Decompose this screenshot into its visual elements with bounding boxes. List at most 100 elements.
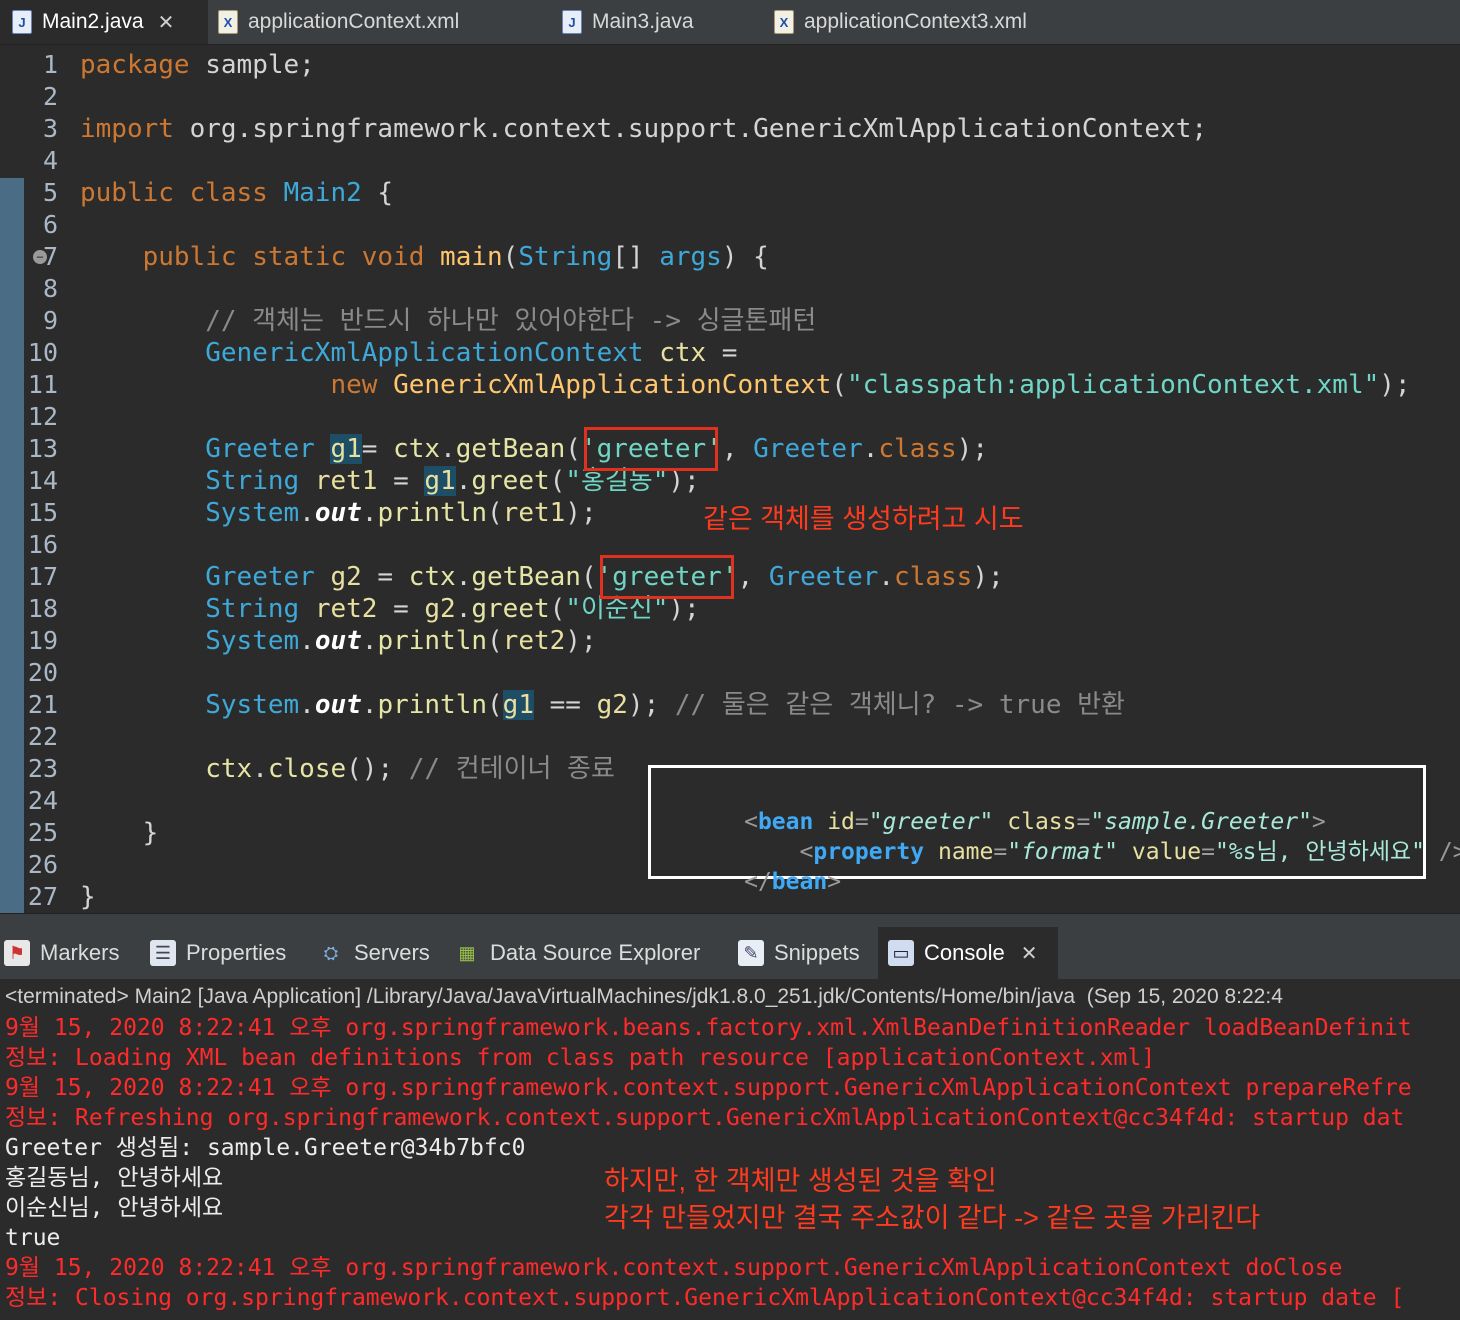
tab-main3-java[interactable]: J Main3.java [562, 0, 752, 44]
line-number: 20 [27, 658, 58, 687]
code-line[interactable]: } [80, 817, 159, 849]
code-token: ); [565, 498, 597, 528]
code-token: ); [627, 690, 675, 720]
code-token: println [377, 626, 488, 656]
code-token: GenericXmlApplicationContext [205, 338, 644, 368]
console-line: 정보: Closing org.springframework.context.… [5, 1285, 1405, 1311]
console-line: 정보: Refreshing org.springframework.conte… [5, 1105, 1405, 1131]
change-indicator-strip [0, 178, 24, 913]
code-token: . [361, 498, 378, 528]
code-token: . [299, 626, 315, 656]
code-token: args [659, 242, 722, 272]
code-line[interactable]: package sample; [80, 49, 315, 81]
snippets-icon: ✎ [738, 940, 764, 966]
line-number: 9 [42, 306, 58, 335]
view-tab-bar: ⚑ Markers ☰ Properties ⛭ Servers ▦ Data … [0, 927, 1460, 979]
code-token: . [862, 434, 879, 464]
code-token: class [894, 562, 973, 592]
code-token: . [440, 434, 456, 464]
code-line[interactable]: System.out.println(g1 == g2); // 둘은 같은 객… [80, 689, 1125, 721]
tab-applicationcontext3-xml[interactable]: X applicationContext3.xml [774, 0, 1094, 44]
console-line: 홍길동님, 안녕하세요 [5, 1165, 224, 1191]
tab-data-source-explorer[interactable]: ▦ Data Source Explorer [454, 927, 724, 979]
tab-label: Main3.java [592, 10, 694, 33]
close-icon[interactable]: ✕ [158, 10, 175, 35]
tab-label: applicationContext.xml [248, 10, 460, 33]
code-token: ( [487, 498, 503, 528]
code-line[interactable]: import org.springframework.context.suppo… [80, 113, 1207, 145]
code-token: = [361, 434, 394, 464]
code-token: . [361, 690, 378, 720]
code-token: Greeter [205, 434, 315, 464]
line-number: 14 [27, 466, 58, 495]
code-token: ); [565, 626, 597, 656]
tab-label: Markers [40, 940, 120, 965]
line-number: 15 [27, 498, 58, 527]
tab-console[interactable]: ▭ Console ✕ [878, 927, 1058, 979]
code-token: . [455, 562, 472, 592]
code-token: out [314, 498, 362, 528]
code-token: , [737, 562, 769, 592]
code-token: class [878, 434, 957, 464]
xml-file-icon: X [218, 10, 238, 34]
code-token: == [533, 690, 597, 720]
code-line[interactable]: Greeter g1= ctx.getBean('greeter', Greet… [80, 433, 988, 465]
panel-divider[interactable] [0, 913, 1460, 928]
code-token: g2 [330, 562, 362, 592]
code-token: "classpath:applicationContext.xml" [847, 370, 1380, 400]
fold-collapse-icon[interactable]: − [33, 250, 47, 264]
code-line[interactable]: System.out.println(ret2); [80, 625, 597, 657]
code-token: getBean [471, 562, 581, 592]
line-number: 22 [27, 722, 58, 751]
code-editor[interactable]: 1 2 3 4 5 6 7 8 9 10 11 12 13 14 15 16 17 18 19 20 21 22 23 24 2… [0, 45, 1460, 913]
close-icon[interactable]: ✕ [1021, 941, 1038, 966]
console-line: 9월 15, 2020 8:22:41 오후 org.springframewo… [5, 1015, 1412, 1041]
tab-main2-java[interactable]: J Main2.java ✕ [0, 0, 208, 44]
java-file-icon: J [12, 10, 32, 34]
editor-tab-bar: J Main2.java ✕ X applicationContext.xml … [0, 0, 1460, 45]
code-token: new [330, 370, 378, 400]
tab-servers[interactable]: ⛭ Servers [318, 927, 443, 979]
code-token: ); [972, 562, 1004, 592]
code-token: g1 [424, 466, 456, 496]
console-output[interactable]: <terminated> Main2 [Java Application] /L… [0, 979, 1460, 1320]
tab-label: Snippets [774, 940, 860, 965]
tab-label: applicationContext3.xml [804, 10, 1027, 33]
code-line[interactable]: public static void main(String[] args) { [80, 241, 769, 273]
code-token: System [205, 626, 300, 656]
code-token: g2 [424, 594, 456, 624]
code-token: out [314, 690, 362, 720]
code-token: g2 [596, 690, 628, 720]
code-line[interactable]: new GenericXmlApplicationContext("classp… [80, 369, 1410, 401]
code-line[interactable]: } [80, 881, 96, 913]
console-line: 정보: Loading XML bean definitions from cl… [5, 1045, 1156, 1071]
code-token: . [299, 690, 315, 720]
tab-label: Servers [354, 940, 430, 965]
tab-applicationcontext-xml[interactable]: X applicationContext.xml [218, 0, 538, 44]
tab-properties[interactable]: ☰ Properties [150, 927, 305, 979]
line-number: 16 [27, 530, 58, 559]
code-token: greet [471, 466, 550, 496]
code-token: . [299, 498, 315, 528]
tab-markers[interactable]: ⚑ Markers [4, 927, 134, 979]
code-line[interactable]: GenericXmlApplicationContext ctx = [80, 337, 737, 369]
code-line[interactable]: // 객체는 반드시 하나만 있어야한다 -> 싱글톤패턴 [80, 305, 816, 337]
code-line[interactable]: public class Main2 { [80, 177, 393, 209]
code-line[interactable]: ctx.close(); // 컨테이너 종료 [80, 753, 615, 785]
code-token: ( [487, 690, 503, 720]
code-line[interactable]: System.out.println(ret1); [80, 497, 597, 529]
code-token: greet [471, 594, 550, 624]
code-line[interactable]: Greeter g2 = ctx.getBean('greeter', Gree… [80, 561, 1004, 593]
tab-snippets[interactable]: ✎ Snippets [738, 927, 873, 979]
code-token: public class [80, 178, 268, 208]
code-token: ); [956, 434, 988, 464]
